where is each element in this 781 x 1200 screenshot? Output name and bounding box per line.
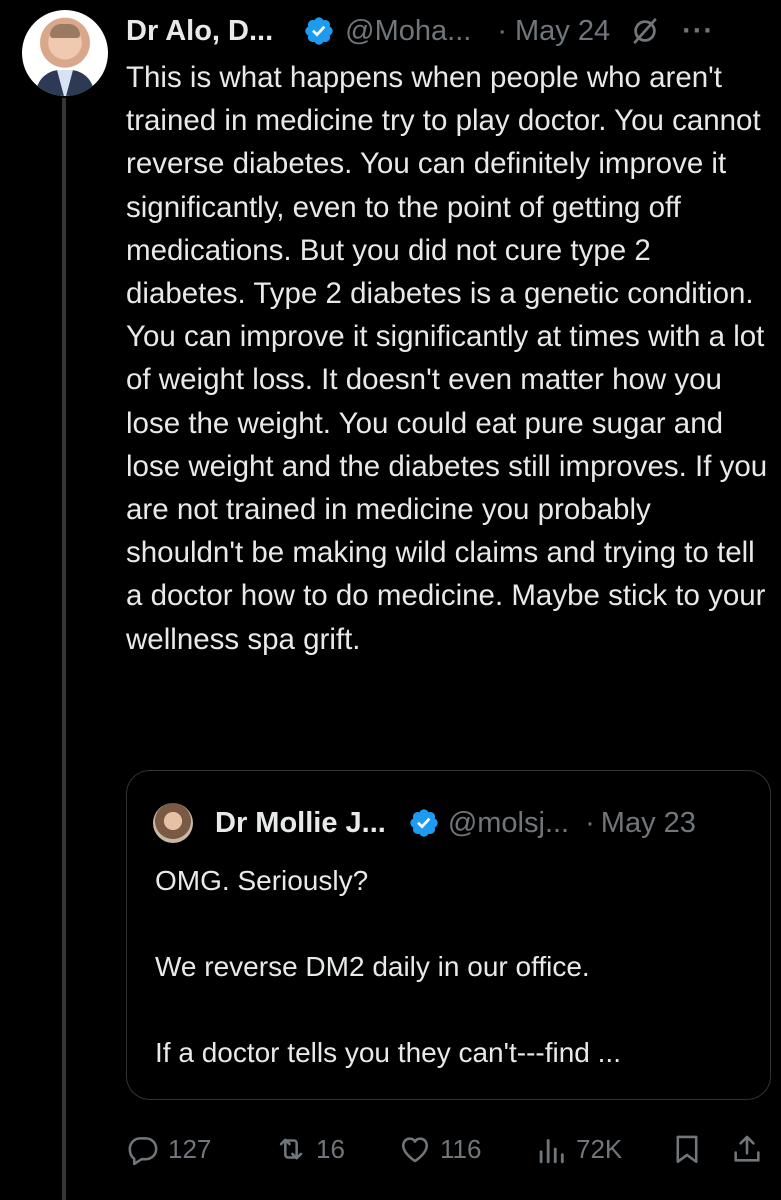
views-icon [539,1139,564,1164]
verified-badge-icon [305,17,333,45]
views-count: 72K [576,1133,623,1164]
author-name[interactable]: Dr Alo, D... [126,15,273,48]
quoted-text-line: OMG. Seriously? [155,865,369,896]
share-icon [734,1135,760,1162]
more-options-icon[interactable]: ··· [682,15,714,48]
like-count: 116 [440,1133,482,1164]
reply-count: 127 [168,1133,212,1164]
share-button[interactable] [730,1124,764,1174]
reply-icon [128,1137,158,1166]
repost-icon [279,1138,303,1160]
quoted-author-handle: @molsj... [447,806,570,839]
tweet-date[interactable]: May 24 [515,15,610,48]
quoted-text-line: We reverse DM2 daily in our office. [155,951,590,982]
quoted-tweet[interactable]: Dr Mollie J... @molsj... · May 23 OMG. S… [126,770,771,1100]
heart-icon [401,1137,429,1163]
repost-count: 16 [316,1133,345,1164]
quoted-text-line: If a doctor tells you they can't---find … [155,1037,621,1068]
bookmark-button[interactable] [670,1124,704,1174]
verified-badge-icon [410,809,438,837]
quoted-tweet-date: May 23 [600,806,696,839]
header-separator: · [497,14,507,47]
quoted-author-name: Dr Mollie J... [215,806,386,839]
views-button[interactable]: 72K [534,1124,622,1174]
like-button[interactable]: 116 [398,1124,481,1174]
tweet-actions-bar: 127 16 116 72K [126,1124,771,1174]
tweet-text: This is what happens when people who are… [126,61,768,656]
author-handle[interactable]: @Moha... [345,15,471,48]
grok-icon[interactable] [630,16,660,46]
thread-line [62,98,66,1200]
bookmark-icon [676,1135,698,1164]
tweet-header: Dr Alo, D... @Moha... · May 24 ··· [126,8,776,54]
quoted-author-avatar [153,803,193,843]
repost-button[interactable]: 16 [274,1124,345,1174]
author-avatar[interactable] [22,10,108,96]
quoted-tweet-header: Dr Mollie J... @molsj... · May 23 [215,801,755,845]
quoted-header-separator: · [585,806,595,839]
reply-button[interactable]: 127 [126,1124,211,1174]
